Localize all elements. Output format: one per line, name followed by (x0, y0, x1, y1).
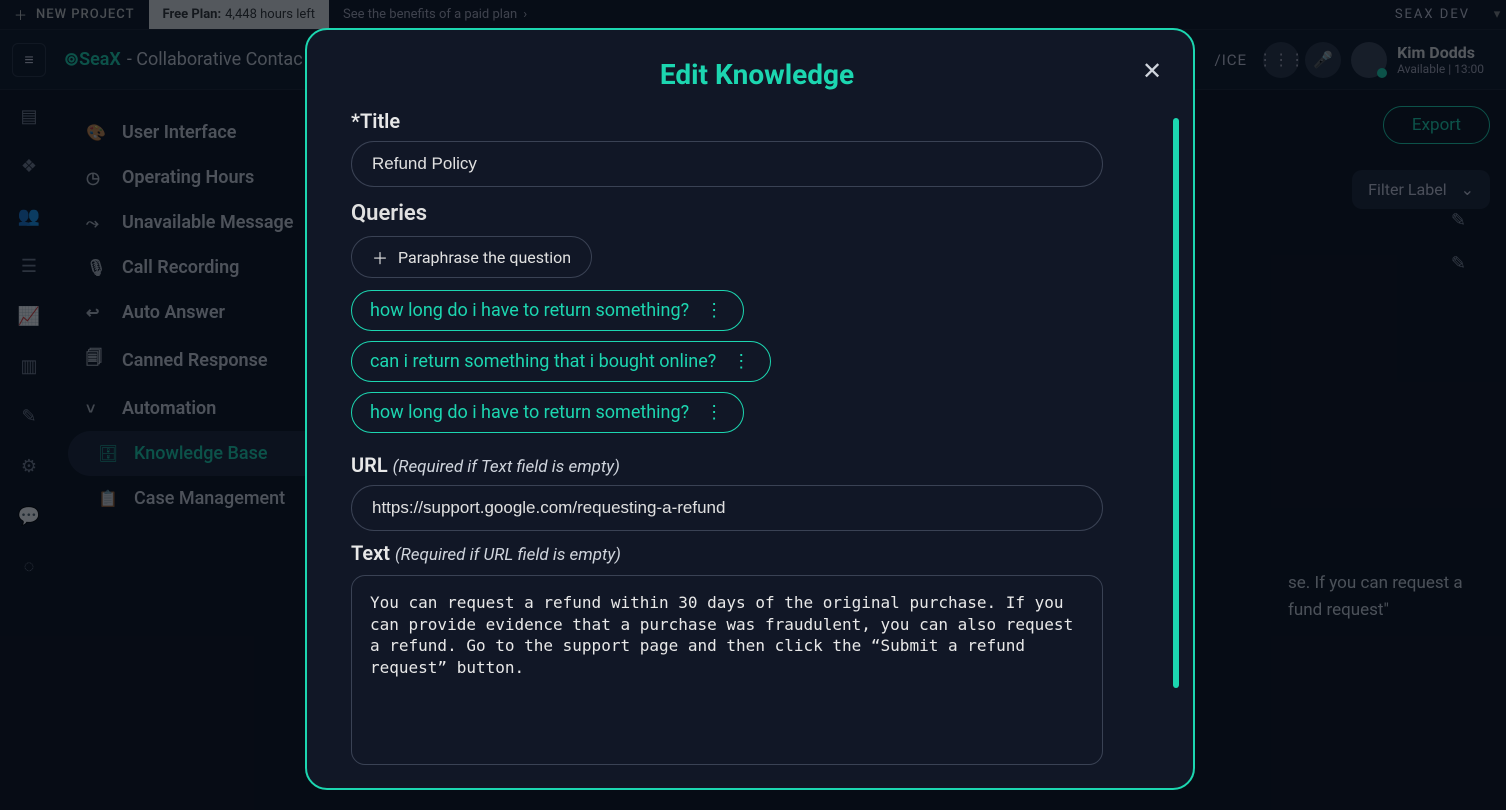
more-icon[interactable]: ⋮ (703, 402, 725, 423)
query-chip[interactable]: how long do i have to return something? ⋮ (351, 392, 744, 433)
url-field-label: URL (Required if Text field is empty) (351, 453, 1103, 477)
text-hint: (Required if URL field is empty) (395, 545, 621, 565)
query-chips: how long do i have to return something? ⋮… (351, 290, 1103, 433)
chip-text: how long do i have to return something? (370, 402, 689, 423)
plus-icon: ＋ (372, 245, 388, 269)
url-hint: (Required if Text field is empty) (393, 457, 620, 477)
edit-knowledge-modal: ✕ Edit Knowledge *Title Queries ＋ Paraph… (305, 28, 1195, 790)
more-icon[interactable]: ⋮ (730, 351, 752, 372)
title-field-label: *Title (351, 109, 1103, 133)
paraphrase-label: Paraphrase the question (398, 248, 571, 267)
text-label-text: Text (351, 541, 390, 565)
more-icon[interactable]: ⋮ (703, 300, 725, 321)
text-field-label: Text (Required if URL field is empty) (351, 541, 1103, 565)
queries-label: Queries (351, 201, 1103, 226)
url-label-text: URL (351, 453, 388, 477)
scrollbar[interactable] (1173, 118, 1179, 688)
query-chip[interactable]: can i return something that i bought onl… (351, 341, 771, 382)
close-icon: ✕ (1142, 57, 1162, 85)
modal-title: Edit Knowledge (351, 58, 1163, 91)
paraphrase-button[interactable]: ＋ Paraphrase the question (351, 236, 592, 278)
text-input[interactable] (351, 575, 1103, 765)
chip-text: can i return something that i bought onl… (370, 351, 716, 372)
chip-text: how long do i have to return something? (370, 300, 689, 321)
query-chip[interactable]: how long do i have to return something? ⋮ (351, 290, 744, 331)
url-input[interactable] (351, 485, 1103, 531)
close-button[interactable]: ✕ (1137, 56, 1167, 86)
title-input[interactable] (351, 141, 1103, 187)
